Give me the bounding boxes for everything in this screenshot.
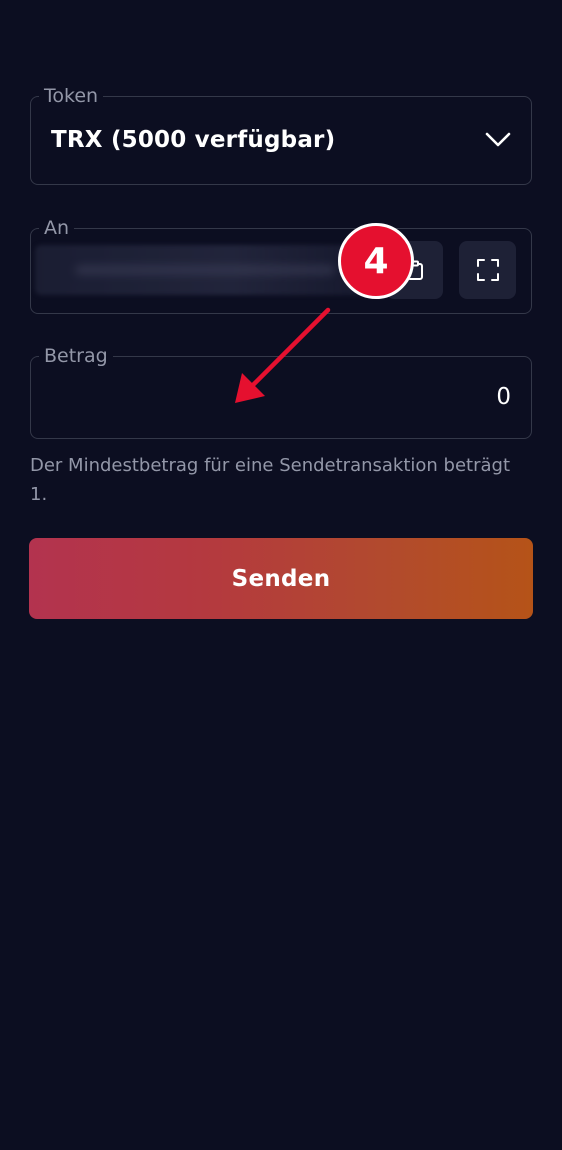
amount-label: Betrag [39,344,113,368]
token-select[interactable]: Token TRX (5000 verfügbar) [30,84,532,185]
recipient-label: An [39,216,75,240]
annotation-arrow-icon [235,307,331,403]
step-number-badge: 4 [338,223,414,299]
scan-qr-icon [476,259,499,281]
token-selected-value: TRX (5000 verfügbar) [51,127,336,153]
token-label: Token [39,84,104,108]
send-button[interactable]: Senden [29,538,533,619]
minimum-amount-hint: Der Mindestbetrag für eine Sendetransakt… [30,455,511,505]
amount-value: 0 [496,384,511,410]
recipient-address-input[interactable] [35,245,365,295]
send-token-screen: Token TRX (5000 verfügbar) An Betrag 0 D… [0,0,562,1150]
scan-qr-button[interactable] [459,241,516,299]
chevron-down-icon [485,132,511,147]
